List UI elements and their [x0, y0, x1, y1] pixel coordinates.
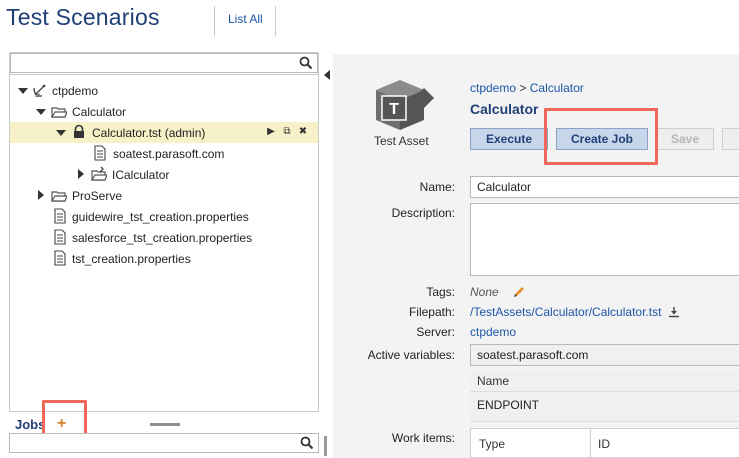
tree-item-calculator-folder[interactable]: Calculator — [10, 101, 318, 122]
tree-item-label: salesforce_tst_creation.properties — [72, 231, 253, 245]
document-icon — [54, 250, 66, 266]
asset-type-caption: Test Asset — [374, 134, 429, 148]
server-link[interactable]: ctpdemo — [470, 325, 516, 339]
work-items-label: Work items: — [391, 431, 455, 445]
divider — [590, 428, 591, 458]
tree-item-ctpdemo[interactable]: ctpdemo — [10, 80, 318, 101]
active-variables-select[interactable]: soatest.parasoft.com — [470, 344, 739, 366]
tree-item-calculator-tst[interactable]: Calculator.tst (admin) ▶ ⧉ ✖ — [10, 122, 318, 143]
jobs-search-input[interactable] — [9, 433, 319, 453]
panel-splitter-handle[interactable] — [150, 423, 180, 426]
expand-arrow-icon[interactable] — [36, 107, 46, 117]
breadcrumb-separator: > — [519, 81, 527, 95]
work-items-col-type: Type — [479, 437, 506, 451]
breadcrumb-current[interactable]: Calculator — [530, 81, 584, 95]
tree-item-label: ICalculator — [112, 168, 170, 182]
tree-search-bar — [10, 53, 318, 75]
search-icon[interactable] — [299, 56, 313, 70]
tree-panel: ctpdemo Calculator Calculator.tst (admin… — [9, 52, 319, 412]
description-label: Description: — [391, 206, 455, 220]
work-items-col-id: ID — [598, 437, 610, 451]
breadcrumb-parent[interactable]: ctpdemo — [470, 81, 516, 95]
collapsed-arrow-icon[interactable] — [36, 190, 46, 200]
tree-item-label: ProServe — [72, 189, 123, 203]
edit-pencil-icon[interactable] — [513, 285, 526, 298]
run-icon[interactable]: ▶ — [266, 126, 276, 138]
tree-item-label: ctpdemo — [52, 84, 99, 98]
save-button[interactable]: Save — [656, 128, 714, 150]
tree-item-guidewire[interactable]: guidewire_tst_creation.properties — [10, 206, 318, 227]
row-actions: ▶ ⧉ ✖ — [266, 126, 308, 138]
overflow-button[interactable] — [722, 128, 739, 150]
asset-title: Calculator — [470, 101, 539, 117]
tree-item-proserve[interactable]: ProServe — [10, 185, 318, 206]
variables-table-cell: ENDPOINT — [477, 398, 540, 412]
folder-open-icon — [51, 191, 67, 202]
header-divider — [214, 6, 215, 36]
variables-table — [470, 370, 739, 422]
copy-icon[interactable]: ⧉ — [282, 126, 292, 138]
expand-arrow-icon[interactable] — [56, 128, 66, 138]
tags-label: Tags: — [426, 285, 455, 299]
filepath-label: Filepath: — [408, 305, 455, 319]
execute-button[interactable]: Execute — [470, 128, 548, 150]
description-textarea[interactable] — [470, 203, 739, 276]
page-title: Test Scenarios — [6, 4, 160, 30]
svg-text:T: T — [389, 101, 399, 118]
document-icon — [54, 229, 66, 245]
expand-arrow-icon[interactable] — [18, 86, 28, 96]
satellite-dish-icon — [33, 84, 46, 97]
document-icon — [54, 208, 66, 224]
close-icon[interactable]: ✖ — [298, 126, 308, 138]
document-icon — [94, 145, 106, 161]
name-label: Name: — [419, 180, 455, 194]
folder-plug-icon — [91, 166, 107, 181]
tree-item-label: tst_creation.properties — [72, 252, 191, 266]
name-input[interactable]: Calculator — [470, 176, 739, 198]
tree-item-icalculator[interactable]: ICalculator — [10, 164, 318, 185]
variables-table-header: Name — [477, 374, 510, 388]
highlight-box-create-job — [544, 108, 658, 165]
collapsed-arrow-icon[interactable] — [76, 169, 86, 179]
divider — [470, 391, 739, 392]
active-variables-label: Active variables: — [367, 348, 455, 362]
server-label: Server: — [416, 325, 455, 339]
breadcrumb: ctpdemo > Calculator — [470, 81, 584, 95]
tree-item-label: Calculator.tst (admin) — [92, 126, 206, 140]
lock-icon — [74, 124, 84, 138]
tree-item-label: Calculator — [72, 105, 127, 119]
tree-item-label: guidewire_tst_creation.properties — [72, 210, 249, 224]
tree-search-input[interactable] — [10, 53, 318, 73]
header-divider — [275, 6, 276, 36]
tree-item-label: soatest.parasoft.com — [113, 147, 225, 161]
test-asset-icon: T — [376, 80, 434, 130]
filepath-link[interactable]: /TestAssets/Calculator/Calculator.tst — [470, 305, 661, 319]
download-icon[interactable] — [668, 306, 680, 318]
jobs-heading: Jobs — [15, 417, 46, 432]
tags-value: None — [470, 285, 499, 299]
list-all-link[interactable]: List All — [228, 12, 263, 26]
tree-item-salesforce[interactable]: salesforce_tst_creation.properties — [10, 227, 318, 248]
tree-item-soatest[interactable]: soatest.parasoft.com — [10, 143, 318, 164]
collapse-panel-icon[interactable] — [324, 70, 330, 80]
tree-item-tst-creation[interactable]: tst_creation.properties — [10, 248, 318, 269]
folder-open-icon — [51, 107, 67, 118]
